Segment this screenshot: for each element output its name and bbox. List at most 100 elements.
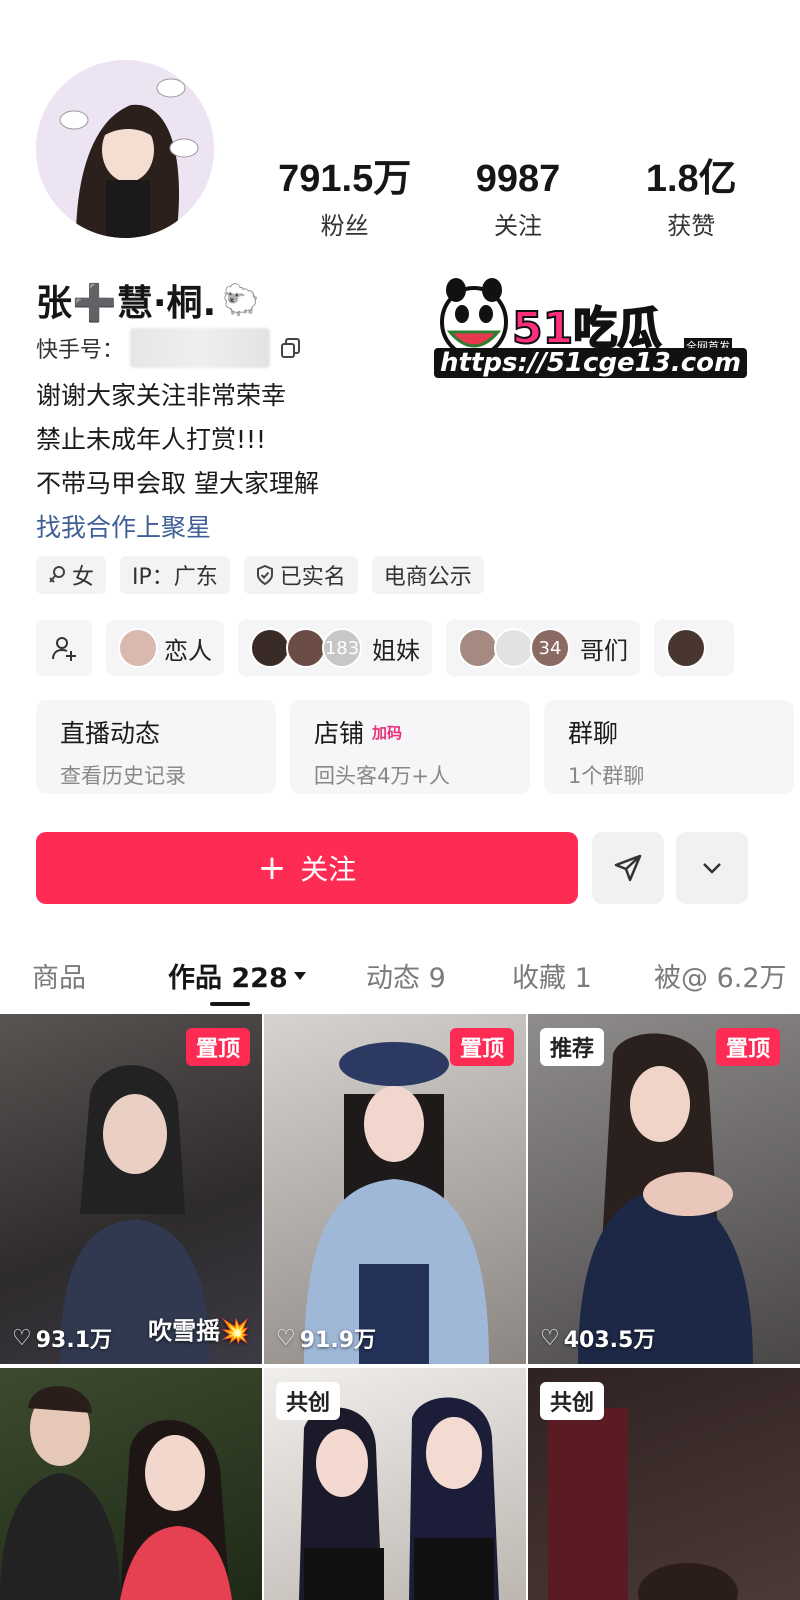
relation-sisters[interactable]: 183 姐妹 xyxy=(238,620,432,676)
tab-label: 作品 228 xyxy=(168,963,288,994)
tab-mentions[interactable]: 被@ 6.2万 xyxy=(654,956,787,995)
plus-icon: + xyxy=(257,848,287,888)
card-title-row: 店铺 加码 xyxy=(314,714,506,750)
stat-following[interactable]: 9987 关注 xyxy=(431,158,604,241)
like-value: 93.1万 xyxy=(35,1328,113,1353)
stat-likes[interactable]: 1.8亿 获赞 xyxy=(605,158,778,241)
heart-icon: ♡ xyxy=(540,1325,560,1351)
female-icon xyxy=(49,566,65,583)
tab-works[interactable]: 作品 228 xyxy=(168,956,308,995)
relation-bros[interactable]: 34 哥们 xyxy=(446,620,640,676)
relation-count: 34 xyxy=(530,628,570,668)
pinned-badge: 置顶 xyxy=(715,1028,780,1066)
feature-cards: 直播动态 查看历史记录 店铺 加码 回头客4万+人 群聊 1个群聊 xyxy=(36,700,794,794)
tag-text: 电商公示 xyxy=(383,565,472,590)
tab-moments[interactable]: 动态 9 xyxy=(366,956,446,995)
stat-value: 791.5万 xyxy=(278,158,412,200)
profile-name: 张➕慧·桐. xyxy=(36,283,217,324)
promo-badge: 加码 xyxy=(372,723,403,742)
tab-products[interactable]: 商品 xyxy=(32,956,86,995)
tag-gender: 女 xyxy=(36,556,107,594)
bio-link[interactable]: 找我合作上聚星 xyxy=(36,506,319,550)
video-thumbnail xyxy=(578,1033,753,1364)
follow-label: 关注 xyxy=(300,853,357,886)
pinned-badge: 置顶 xyxy=(185,1028,250,1066)
heart-icon: ♡ xyxy=(276,1325,296,1351)
card-subtitle: 1个群聊 xyxy=(568,764,645,788)
bio-line: 谢谢大家关注非常荣幸 xyxy=(36,381,287,410)
tab-favorites[interactable]: 收藏 1 xyxy=(512,956,592,995)
like-count: ♡ 403.5万 xyxy=(540,1322,655,1354)
pinned-badge: 置顶 xyxy=(449,1028,514,1066)
like-value: 403.5万 xyxy=(563,1328,656,1353)
stat-label: 获赞 xyxy=(667,212,716,240)
relation-more[interactable] xyxy=(654,620,734,676)
bio-line: 禁止未成年人打赏!!! xyxy=(36,425,267,454)
tag-text: 女 xyxy=(72,565,95,590)
heart-icon: ♡ xyxy=(12,1325,32,1351)
video-tile[interactable]: 置顶 ♡ 93.1万 吹雪摇💥 xyxy=(0,1014,262,1364)
profile-name-row: 张➕慧·桐. 🐑 xyxy=(36,274,260,326)
add-friend-button[interactable] xyxy=(36,620,92,676)
video-tile[interactable]: 共创 xyxy=(528,1368,800,1600)
video-caption: 吹雪摇💥 xyxy=(148,1317,250,1345)
card-subtitle: 查看历史记录 xyxy=(60,764,186,788)
stat-label: 关注 xyxy=(493,212,542,240)
relation-label: 恋人 xyxy=(164,636,212,665)
relation-label: 姐妹 xyxy=(372,636,420,665)
follow-button[interactable]: + 关注 xyxy=(36,832,578,904)
card-subtitle: 回头客4万+人 xyxy=(314,764,450,788)
tag-ip: IP：广东 xyxy=(120,556,230,594)
watermark-title: 51吃瓜 xyxy=(511,302,662,355)
stat-label: 粉丝 xyxy=(320,212,369,240)
avatar xyxy=(458,628,498,668)
recommended-badge: 推荐 xyxy=(540,1028,605,1066)
account-id-label: 快手号： xyxy=(36,338,125,363)
card-title: 店铺 xyxy=(314,719,365,748)
video-thumbnail xyxy=(0,1386,232,1600)
avatar xyxy=(666,628,706,668)
send-icon xyxy=(614,854,642,882)
copy-icon[interactable] xyxy=(280,337,302,359)
share-button[interactable] xyxy=(592,832,664,904)
like-count: ♡ 93.1万 xyxy=(12,1322,112,1354)
bio-line: 不带马甲会取 望大家理解 xyxy=(36,469,319,498)
like-count: ♡ 91.9万 xyxy=(276,1322,376,1354)
caret-down-icon xyxy=(293,971,306,980)
profile-avatar[interactable] xyxy=(36,60,214,238)
active-tab-indicator xyxy=(210,1002,250,1006)
like-value: 91.9万 xyxy=(299,1328,377,1353)
content-tabs: 商品 作品 228 动态 9 收藏 1 被@ 6.2万 xyxy=(0,948,800,1008)
card-title: 直播动态 xyxy=(60,719,161,748)
profile-tags: 女 IP：广东 已实名 电商公示 xyxy=(36,556,484,594)
video-tile[interactable]: 共创 xyxy=(264,1368,526,1600)
tag-text: IP：广东 xyxy=(132,565,218,590)
more-options-button[interactable] xyxy=(676,832,748,904)
avatar xyxy=(286,628,326,668)
shield-check-icon xyxy=(256,565,273,585)
avatar xyxy=(494,628,534,668)
relations-row: 恋人 183 姐妹 34 哥们 xyxy=(36,620,734,676)
chevron-down-icon xyxy=(703,863,721,874)
video-tile[interactable] xyxy=(0,1368,262,1600)
card-live-history[interactable]: 直播动态 查看历史记录 xyxy=(36,700,276,794)
card-group-chat[interactable]: 群聊 1个群聊 xyxy=(544,700,794,794)
stat-value: 1.8亿 xyxy=(645,158,737,200)
co-creation-badge: 共创 xyxy=(540,1382,605,1420)
relation-lover[interactable]: 恋人 xyxy=(106,620,224,676)
sheep-icon: 🐑 xyxy=(222,282,260,318)
video-tile[interactable]: 推荐 置顶 ♡ 403.5万 xyxy=(528,1014,800,1364)
tag-ecommerce[interactable]: 电商公示 xyxy=(371,556,484,594)
profile-bio: 谢谢大家关注非常荣幸 禁止未成年人打赏!!! 不带马甲会取 望大家理解 找我合作… xyxy=(36,374,319,550)
tag-verified[interactable]: 已实名 xyxy=(243,556,358,594)
video-tile[interactable]: 置顶 ♡ 91.9万 xyxy=(264,1014,526,1364)
stat-followers[interactable]: 791.5万 粉丝 xyxy=(258,158,431,241)
co-creation-badge: 共创 xyxy=(276,1382,341,1420)
account-id-row: 快手号： xyxy=(36,328,302,368)
relation-count: 183 xyxy=(322,628,362,668)
card-shop[interactable]: 店铺 加码 回头客4万+人 xyxy=(290,700,530,794)
video-thumbnail xyxy=(304,1042,489,1364)
avatar xyxy=(118,628,158,668)
watermark-url: https://51cge13.com xyxy=(434,348,748,378)
card-title: 群聊 xyxy=(568,719,619,748)
